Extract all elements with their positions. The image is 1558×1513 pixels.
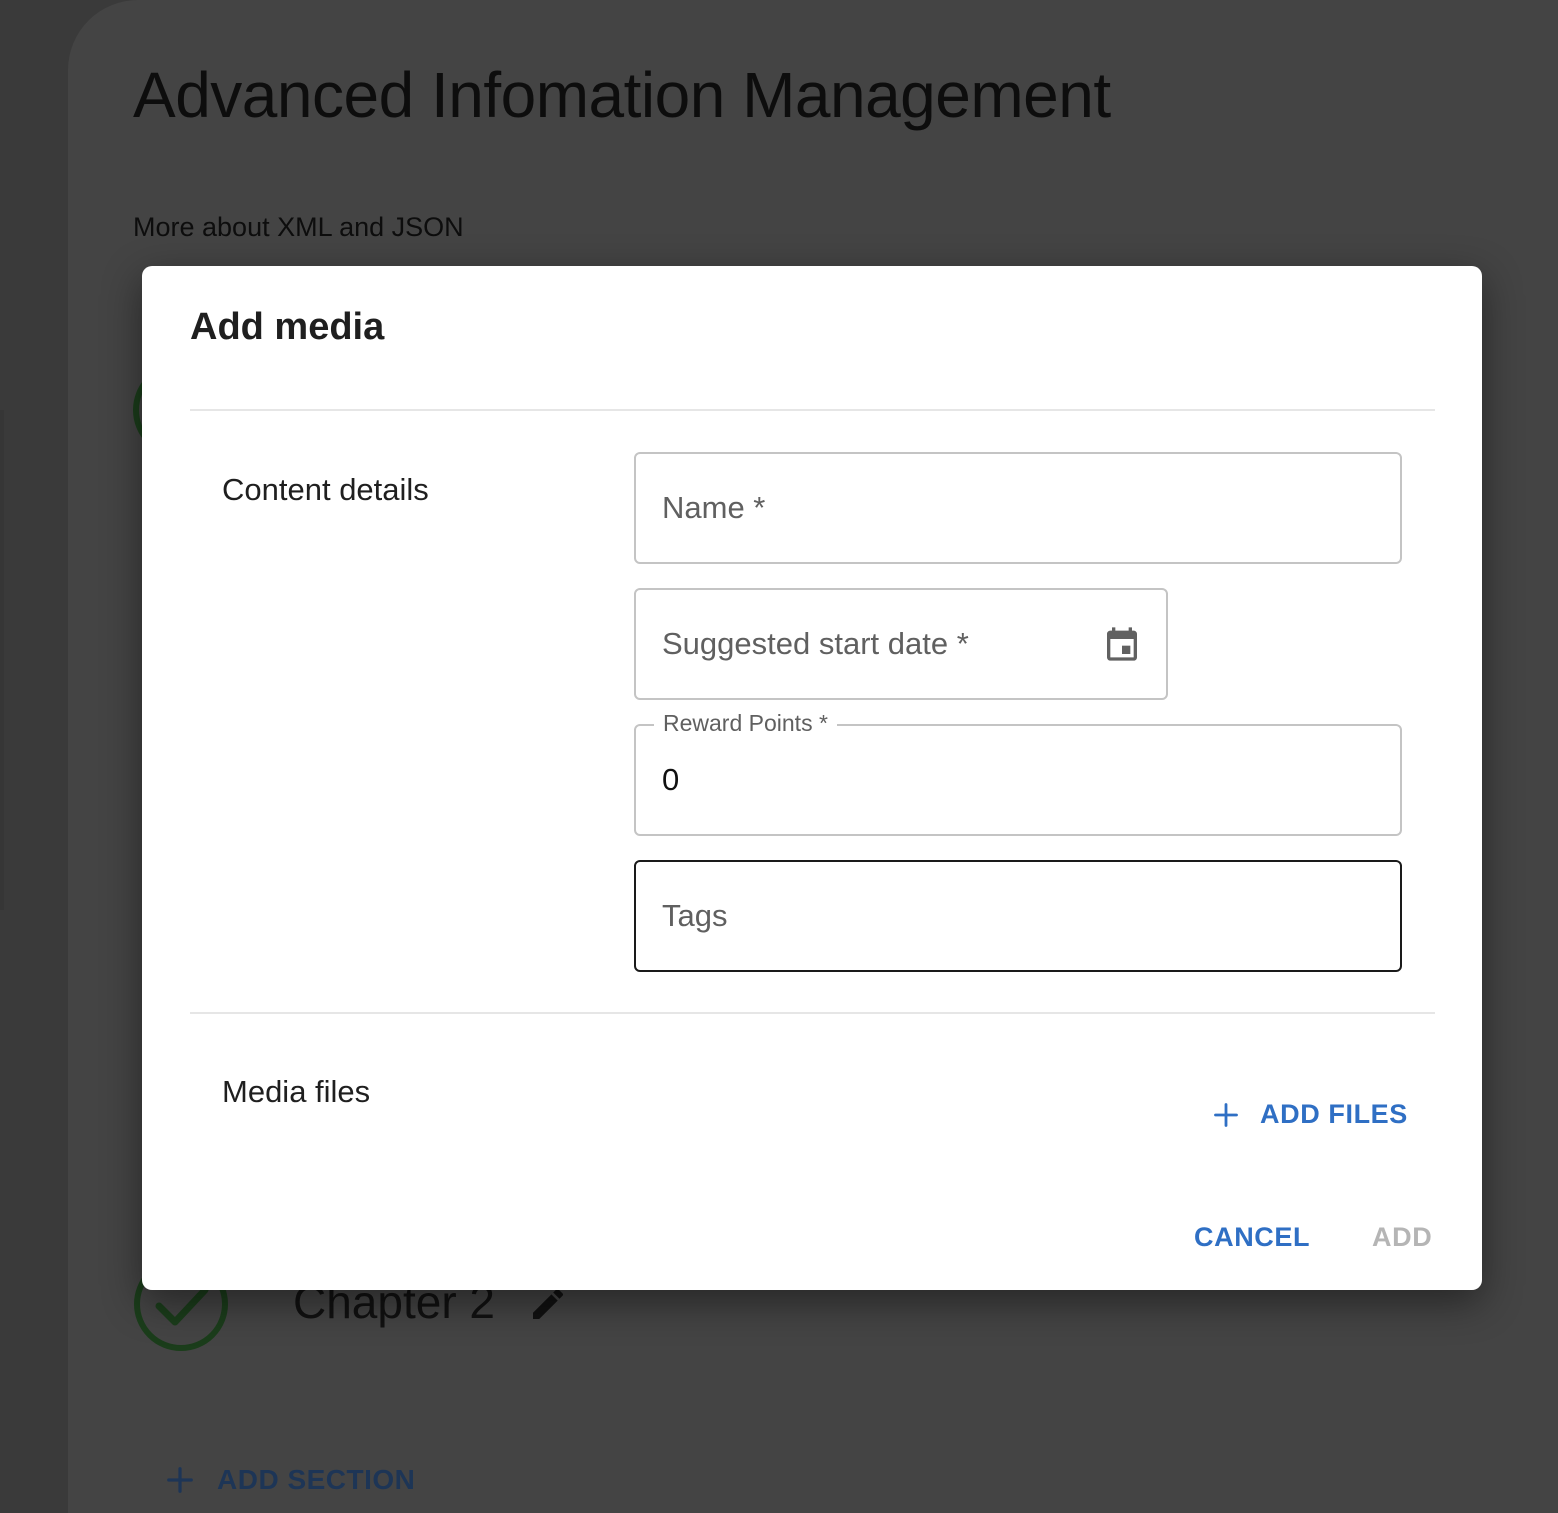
- add-section-button[interactable]: ADD SECTION: [165, 1464, 415, 1496]
- add-files-label: ADD FILES: [1260, 1099, 1408, 1129]
- reward-points-field[interactable]: Reward Points * 0: [634, 710, 1402, 836]
- start-date-field[interactable]: Suggested start date *: [634, 588, 1168, 700]
- pencil-icon[interactable]: [528, 1284, 568, 1324]
- plus-icon: [1214, 1102, 1238, 1127]
- plus-icon: [167, 1467, 193, 1493]
- reward-points-value: 0: [662, 762, 680, 797]
- tags-placeholder: Tags: [662, 898, 728, 933]
- add-files-button[interactable]: ADD FILES: [1212, 1099, 1408, 1130]
- course-subtitle: More about XML and JSON: [133, 212, 464, 242]
- add-button[interactable]: ADD: [1372, 1222, 1432, 1253]
- cancel-button[interactable]: CANCEL: [1194, 1222, 1310, 1253]
- add-section-label: ADD SECTION: [217, 1464, 416, 1495]
- background-edge: [0, 410, 4, 910]
- course-title: Advanced Infomation Management: [133, 59, 1111, 131]
- tags-field[interactable]: Tags: [634, 860, 1402, 972]
- start-date-placeholder: Suggested start date *: [662, 626, 969, 661]
- name-placeholder: Name *: [662, 490, 766, 525]
- calendar-icon[interactable]: [1102, 624, 1142, 664]
- dialog-title: Add media: [190, 306, 385, 348]
- media-files-label: Media files: [222, 1074, 371, 1109]
- name-field[interactable]: Name *: [634, 452, 1402, 564]
- divider: [190, 1012, 1435, 1014]
- divider: [190, 409, 1435, 411]
- add-media-dialog: Add media Content details Name * Suggest…: [142, 266, 1482, 1290]
- content-details-label: Content details: [222, 472, 429, 507]
- reward-points-label: Reward Points *: [654, 710, 837, 737]
